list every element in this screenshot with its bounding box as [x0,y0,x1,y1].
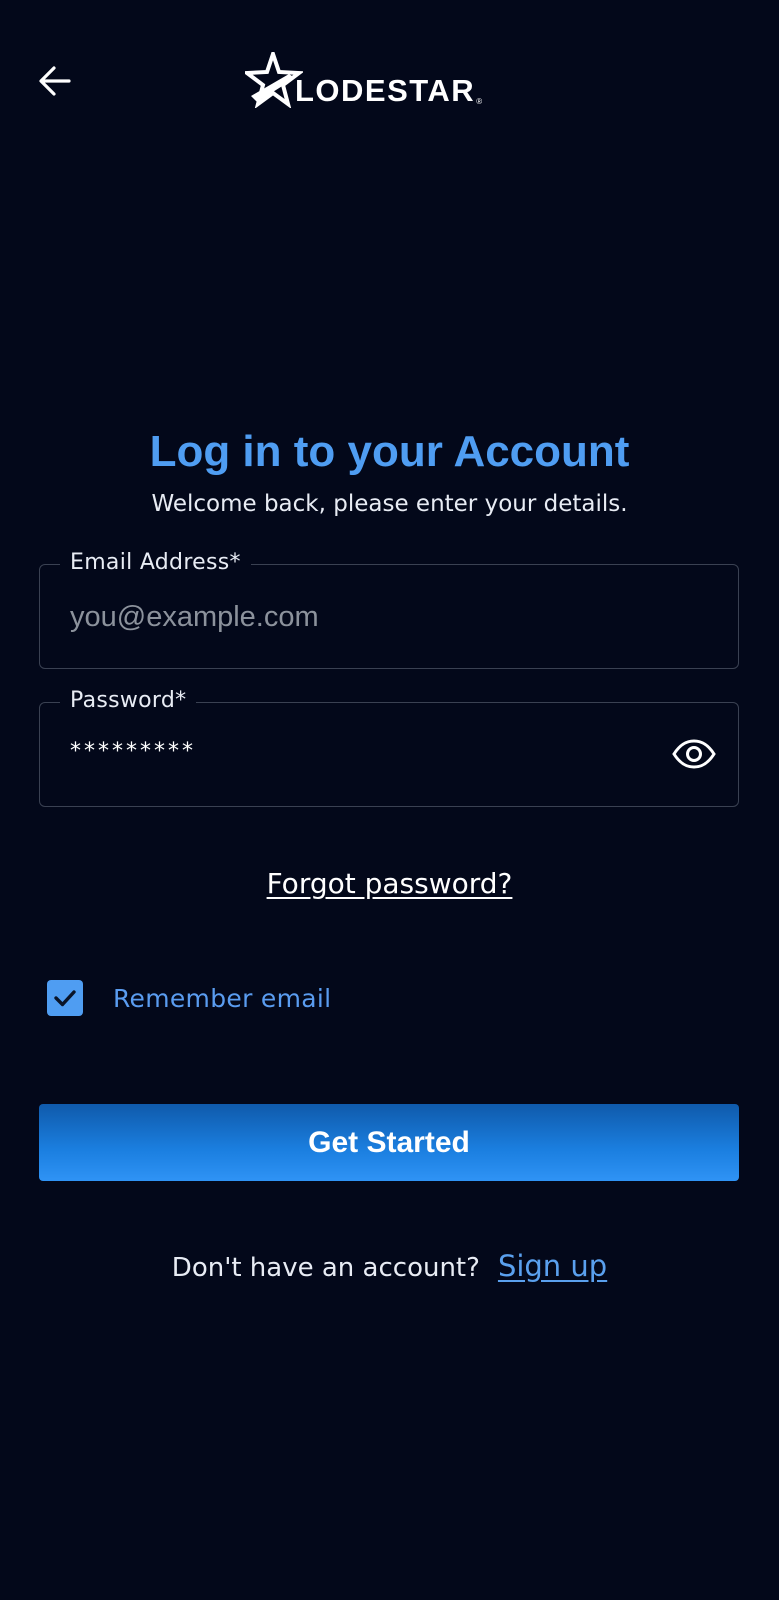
forgot-password-row: Forgot password? [0,867,779,901]
back-button[interactable] [30,56,80,106]
remember-email-row: Remember email [47,980,331,1016]
remember-email-label: Remember email [113,983,332,1013]
toggle-password-visibility-button[interactable] [672,736,716,772]
get-started-button[interactable]: Get Started [39,1104,739,1181]
email-input[interactable] [68,565,672,670]
email-field: Email Address* [39,549,739,670]
brand-name: LODESTAR [295,73,476,108]
password-input[interactable]: ********* [70,739,196,764]
signup-prompt: Don't have an account? [171,1253,480,1283]
page-subtitle: Welcome back, please enter your details. [151,491,628,517]
password-field: Password* ********* [39,687,739,807]
forgot-password-link[interactable]: Forgot password? [267,867,513,900]
signup-row: Don't have an account? Sign up [0,1248,779,1286]
registered-mark: ® [476,97,483,106]
arrow-left-icon [39,66,71,96]
brand-logo: LODESTAR ® [245,52,482,108]
eye-icon [672,739,716,769]
page-title: Log in to your Account [149,427,630,476]
remember-email-checkbox[interactable] [47,980,83,1016]
password-label: Password* [60,687,197,716]
checkmark-icon [54,990,76,1007]
signup-link[interactable]: Sign up [498,1249,607,1283]
